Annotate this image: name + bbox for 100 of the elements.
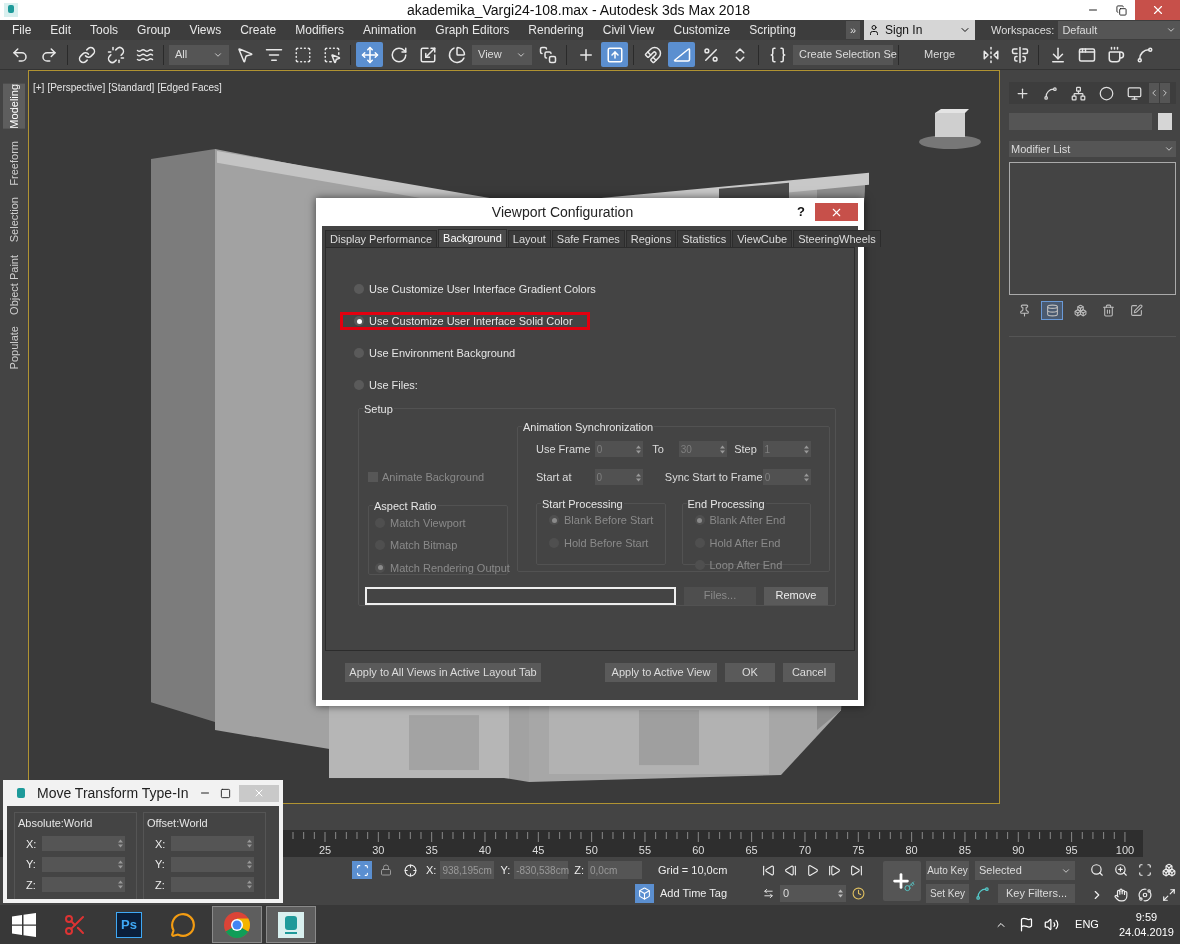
tangent-icon[interactable] xyxy=(975,886,990,901)
menu-item[interactable]: Views xyxy=(189,21,222,39)
user-icon xyxy=(868,24,880,36)
number-field[interactable] xyxy=(42,877,125,893)
menu-item[interactable]: Scripting xyxy=(749,21,796,39)
number-field[interactable] xyxy=(171,877,254,893)
add-time-tag-label[interactable]: Add Time Tag xyxy=(660,884,728,902)
menu-item[interactable]: Animation xyxy=(362,21,417,39)
ribbon-tab[interactable]: Modeling xyxy=(3,84,25,129)
chevron-left-icon[interactable] xyxy=(1149,83,1159,103)
maximize-icon[interactable] xyxy=(1161,886,1177,903)
cancel-button[interactable]: Cancel xyxy=(783,663,835,682)
selection-lock-icon[interactable] xyxy=(352,861,372,879)
ribbon-tab[interactable]: Freeform xyxy=(3,140,25,186)
ribbon-tab[interactable]: Object Paint xyxy=(3,254,25,315)
axis-label: Z: xyxy=(574,862,584,878)
orbit-icon[interactable] xyxy=(1137,886,1153,903)
menu-item[interactable]: File xyxy=(12,21,32,39)
ribbon-tab[interactable]: Populate xyxy=(3,326,25,370)
radio-button[interactable] xyxy=(354,316,364,326)
search-icon[interactable] xyxy=(1089,861,1105,878)
language-indicator[interactable]: ENG xyxy=(1075,916,1099,933)
number-field[interactable] xyxy=(42,836,125,852)
number-field[interactable] xyxy=(42,856,125,872)
ribbon-tab[interactable]: Selection xyxy=(3,197,25,243)
tick-label: 100 xyxy=(1115,843,1135,858)
radio-label: Hold Before Start xyxy=(564,535,649,551)
dialog-tab[interactable]: ViewCube xyxy=(732,230,793,247)
tick-label: 30 xyxy=(372,843,385,858)
spinner-arrows-icon xyxy=(720,444,726,454)
workspace-dropdown[interactable]: Default xyxy=(1058,21,1180,39)
windows-start-icon[interactable] xyxy=(12,912,36,937)
menu-item[interactable]: Edit xyxy=(50,21,72,39)
key-mode-dropdown[interactable]: Selected xyxy=(975,861,1075,880)
menu-item[interactable]: Graph Editors xyxy=(435,21,510,39)
cylinder-icon[interactable] xyxy=(1041,301,1063,320)
radio-label: Blank Before Start xyxy=(564,513,654,528)
taskbar-app[interactable]: Ps xyxy=(104,906,154,943)
file-path-field[interactable] xyxy=(365,586,676,605)
dialog-tab[interactable]: Display Performance xyxy=(325,230,438,247)
clock-icon[interactable] xyxy=(850,885,866,901)
flag-icon[interactable] xyxy=(1019,917,1035,932)
modifier-list-dropdown[interactable]: Modifier List xyxy=(1009,141,1176,157)
menu-item[interactable]: Customize xyxy=(673,21,731,39)
spinner-arrows-icon xyxy=(247,880,252,890)
key-plus-icon[interactable] xyxy=(883,861,921,901)
viewport-label[interactable]: [Standard] xyxy=(108,80,155,95)
taskbar-app[interactable] xyxy=(212,906,262,943)
remove-button[interactable]: Remove xyxy=(764,586,828,605)
viewport-label[interactable]: [+] xyxy=(33,80,45,95)
menu-overflow-button[interactable]: » xyxy=(846,21,860,39)
help-button[interactable]: ? xyxy=(793,202,809,222)
dialog-tab[interactable]: Background xyxy=(438,229,507,247)
key-filters-button[interactable]: Key Filters... xyxy=(998,884,1075,903)
color-swatch[interactable] xyxy=(1158,113,1172,130)
viewport-label[interactable]: [Perspective] xyxy=(47,80,106,95)
frame-field[interactable]: 0 xyxy=(780,884,846,902)
set-key-button[interactable]: Set Key xyxy=(926,884,969,903)
taskbar-app[interactable] xyxy=(266,906,316,943)
menu-item[interactable]: Modifiers xyxy=(295,21,344,39)
tick-label: 90 xyxy=(1012,843,1025,858)
axis-label: Z: xyxy=(155,877,166,893)
apply-active-button[interactable]: Apply to Active View xyxy=(605,663,717,682)
radio-label: Use Customize User Interface Solid Color xyxy=(369,313,573,329)
merge-button[interactable]: Merge xyxy=(904,43,976,66)
dialog-tab[interactable]: SteeringWheels xyxy=(793,230,881,247)
dropdown[interactable]: All xyxy=(169,44,229,65)
zoom-icon[interactable] xyxy=(1113,861,1129,878)
close-button[interactable] xyxy=(815,203,858,221)
pan-icon[interactable] xyxy=(1113,886,1129,903)
tick-label: 35 xyxy=(425,843,438,858)
dialog-tab[interactable]: Safe Frames xyxy=(551,230,625,247)
viewport-label[interactable]: [Edged Faces] xyxy=(157,80,222,95)
dialog-tab[interactable]: Layout xyxy=(507,230,551,247)
speaker-icon[interactable] xyxy=(1044,917,1060,932)
dialog-tab[interactable]: Regions xyxy=(625,230,677,247)
axis-label: X: xyxy=(26,836,38,852)
sign-in-button[interactable]: Sign In xyxy=(864,20,975,40)
number-field[interactable] xyxy=(171,836,254,852)
dropdown[interactable]: View xyxy=(472,44,532,65)
auto-key-button[interactable]: Auto Key xyxy=(926,861,969,880)
apply-all-button[interactable]: Apply to All Views in Active Layout Tab xyxy=(345,663,541,682)
tick-label: 95 xyxy=(1065,843,1078,858)
menu-item[interactable]: Rendering xyxy=(528,21,584,39)
app-logo-icon xyxy=(15,786,27,800)
spinner-arrows-icon xyxy=(636,444,642,454)
view-cube-icon[interactable] xyxy=(917,107,983,151)
number-field[interactable] xyxy=(171,856,254,872)
chevron-down-icon xyxy=(1164,144,1174,154)
cube-icon[interactable] xyxy=(635,883,654,903)
menu-item[interactable]: Civil View xyxy=(602,21,655,39)
menu-item[interactable]: Create xyxy=(240,21,277,39)
boxes-icon[interactable] xyxy=(1161,861,1177,878)
dialog-tab[interactable]: Statistics xyxy=(677,230,732,247)
ok-button[interactable]: OK xyxy=(725,663,775,682)
menu-item[interactable]: Tools xyxy=(90,21,119,39)
zoom-extents-icon[interactable] xyxy=(1137,861,1153,878)
arrow-up-box-icon[interactable] xyxy=(601,42,628,67)
chevron-right-icon[interactable] xyxy=(1160,83,1170,103)
menu-item[interactable]: Group xyxy=(137,21,171,39)
